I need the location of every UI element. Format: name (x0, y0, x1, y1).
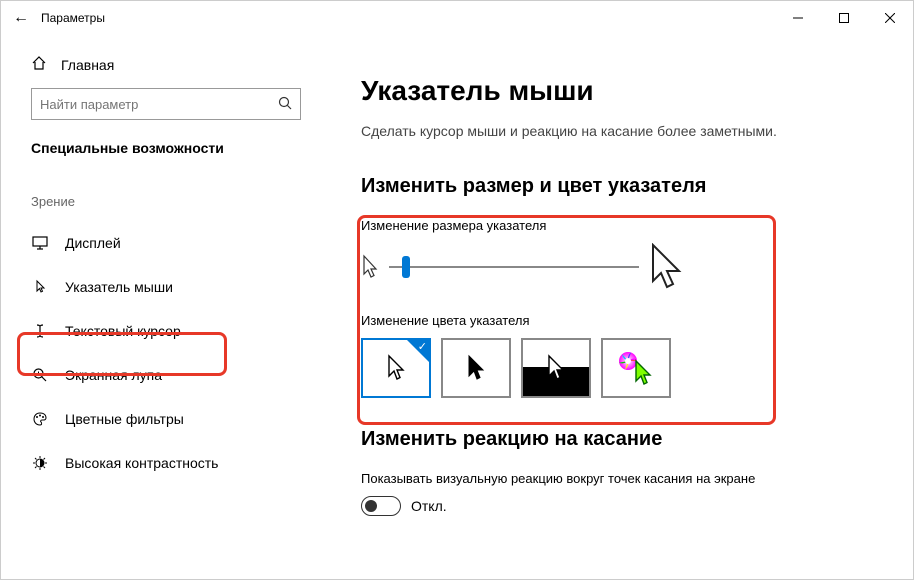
sidebar-item-mouse-pointer[interactable]: Указатель мыши (1, 265, 331, 309)
pointer-size-slider[interactable] (389, 266, 639, 268)
touch-feedback-label: Показывать визуальную реакцию вокруг точ… (361, 471, 883, 486)
page-title: Указатель мыши (361, 75, 883, 107)
sidebar-item-label: Дисплей (65, 235, 121, 251)
sidebar-item-high-contrast[interactable]: Высокая контрастность (1, 441, 331, 485)
sidebar: Главная Специальные возможности Зрение Д… (1, 35, 331, 581)
home-icon (31, 55, 47, 74)
cursor-large-icon (649, 243, 683, 291)
palette-icon (31, 411, 49, 427)
home-link[interactable]: Главная (1, 45, 331, 88)
pointer-size-slider-row (361, 243, 883, 291)
pointer-color-custom[interactable] (601, 338, 671, 398)
cursor-small-icon (361, 254, 379, 280)
check-icon: ✓ (418, 340, 427, 353)
slider-thumb[interactable] (402, 256, 410, 278)
window-title: Параметры (41, 11, 775, 25)
size-color-section-title: Изменить размер и цвет указателя (361, 175, 883, 198)
pointer-color-white[interactable]: ✓ (361, 338, 431, 398)
touch-feedback-toggle[interactable] (361, 496, 401, 516)
home-label: Главная (61, 57, 114, 73)
search-icon (278, 96, 292, 113)
search-field[interactable] (40, 97, 278, 112)
pointer-size-label: Изменение размера указателя (361, 218, 883, 233)
sidebar-item-text-cursor[interactable]: Текстовый курсор (1, 309, 331, 353)
text-cursor-icon (31, 323, 49, 339)
pointer-color-black[interactable] (441, 338, 511, 398)
sidebar-item-display[interactable]: Дисплей (1, 221, 331, 265)
minimize-button[interactable] (775, 1, 821, 35)
back-button[interactable]: ← (1, 9, 41, 27)
sidebar-item-label: Указатель мыши (65, 279, 173, 295)
toggle-state-label: Откл. (411, 498, 447, 514)
sidebar-item-label: Цветные фильтры (65, 411, 184, 427)
main-content: Указатель мыши Сделать курсор мыши и реа… (331, 35, 913, 581)
toggle-knob (365, 500, 377, 512)
sidebar-item-magnifier[interactable]: Экранная лупа (1, 353, 331, 397)
sidebar-item-color-filters[interactable]: Цветные фильтры (1, 397, 331, 441)
page-description: Сделать курсор мыши и реакцию на касание… (361, 123, 883, 139)
sidebar-item-label: Экранная лупа (65, 367, 162, 383)
vision-category: Зрение (1, 174, 331, 221)
search-input[interactable] (31, 88, 301, 120)
maximize-button[interactable] (821, 1, 867, 35)
contrast-icon (31, 455, 49, 471)
sidebar-item-label: Высокая контрастность (65, 455, 218, 471)
pointer-color-label: Изменение цвета указателя (361, 313, 883, 328)
magnifier-icon (31, 367, 49, 383)
sidebar-item-label: Текстовый курсор (65, 323, 181, 339)
close-button[interactable] (867, 1, 913, 35)
pointer-color-inverted[interactable] (521, 338, 591, 398)
display-icon (31, 236, 49, 250)
touch-section-title: Изменить реакцию на касание (361, 428, 883, 451)
titlebar: ← Параметры (1, 1, 913, 35)
pointer-icon (31, 279, 49, 295)
ease-of-access-title: Специальные возможности (1, 140, 331, 174)
